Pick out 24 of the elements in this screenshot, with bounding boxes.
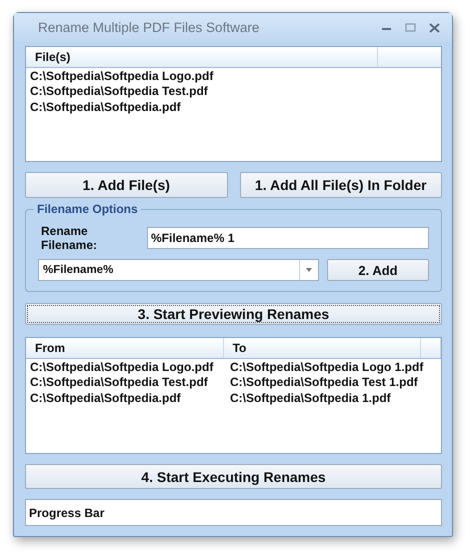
file-path[interactable]: C:\Softpedia\Softpedia 1.pdf bbox=[230, 390, 430, 405]
add-button[interactable]: 1. Add File(s) bbox=[25, 172, 228, 198]
add-button[interactable]: 2. Add bbox=[327, 259, 429, 281]
window-title: Rename Multiple PDF Files Software bbox=[38, 20, 260, 35]
file-path[interactable]: C:\Softpedia\Softpedia Logo.pdf bbox=[30, 360, 230, 374]
field-label: Rename Filename: bbox=[40, 224, 98, 252]
file-path[interactable]: C:\Softpedia\Softpedia.pdf bbox=[30, 100, 181, 114]
column-header[interactable]: To bbox=[224, 338, 422, 358]
file-path[interactable]: C:\Softpedia\Softpedia Test 1.pdf bbox=[230, 375, 430, 390]
maximize-icon[interactable] bbox=[405, 23, 417, 32]
group-title: Filename Options bbox=[34, 202, 141, 216]
file-path[interactable]: C:\Softpedia\Softpedia Test.pdf bbox=[30, 375, 230, 390]
column-header[interactable]: From bbox=[26, 338, 224, 358]
add-button[interactable]: 1. Add All File(s) In Folder bbox=[240, 172, 442, 198]
filename-dropdown[interactable]: %Filename% bbox=[38, 259, 319, 281]
file-path[interactable]: C:\Softpedia\Softpedia Test.pdf bbox=[30, 84, 208, 98]
execute-button[interactable]: 4. Start Executing Renames bbox=[25, 464, 442, 489]
rename-field[interactable]: %Filename% 1 bbox=[147, 227, 429, 249]
file-path[interactable]: C:\Softpedia\Softpedia.pdf bbox=[30, 390, 230, 405]
dropdown-arrow-icon bbox=[306, 268, 312, 272]
file-path[interactable]: C:\Softpedia\Softpedia Logo 1.pdf bbox=[230, 360, 430, 374]
file-path[interactable]: C:\Softpedia\Softpedia Logo.pdf bbox=[30, 68, 214, 83]
preview-button[interactable]: 3. Start Previewing Renames bbox=[25, 303, 442, 325]
close-icon[interactable] bbox=[429, 22, 440, 32]
